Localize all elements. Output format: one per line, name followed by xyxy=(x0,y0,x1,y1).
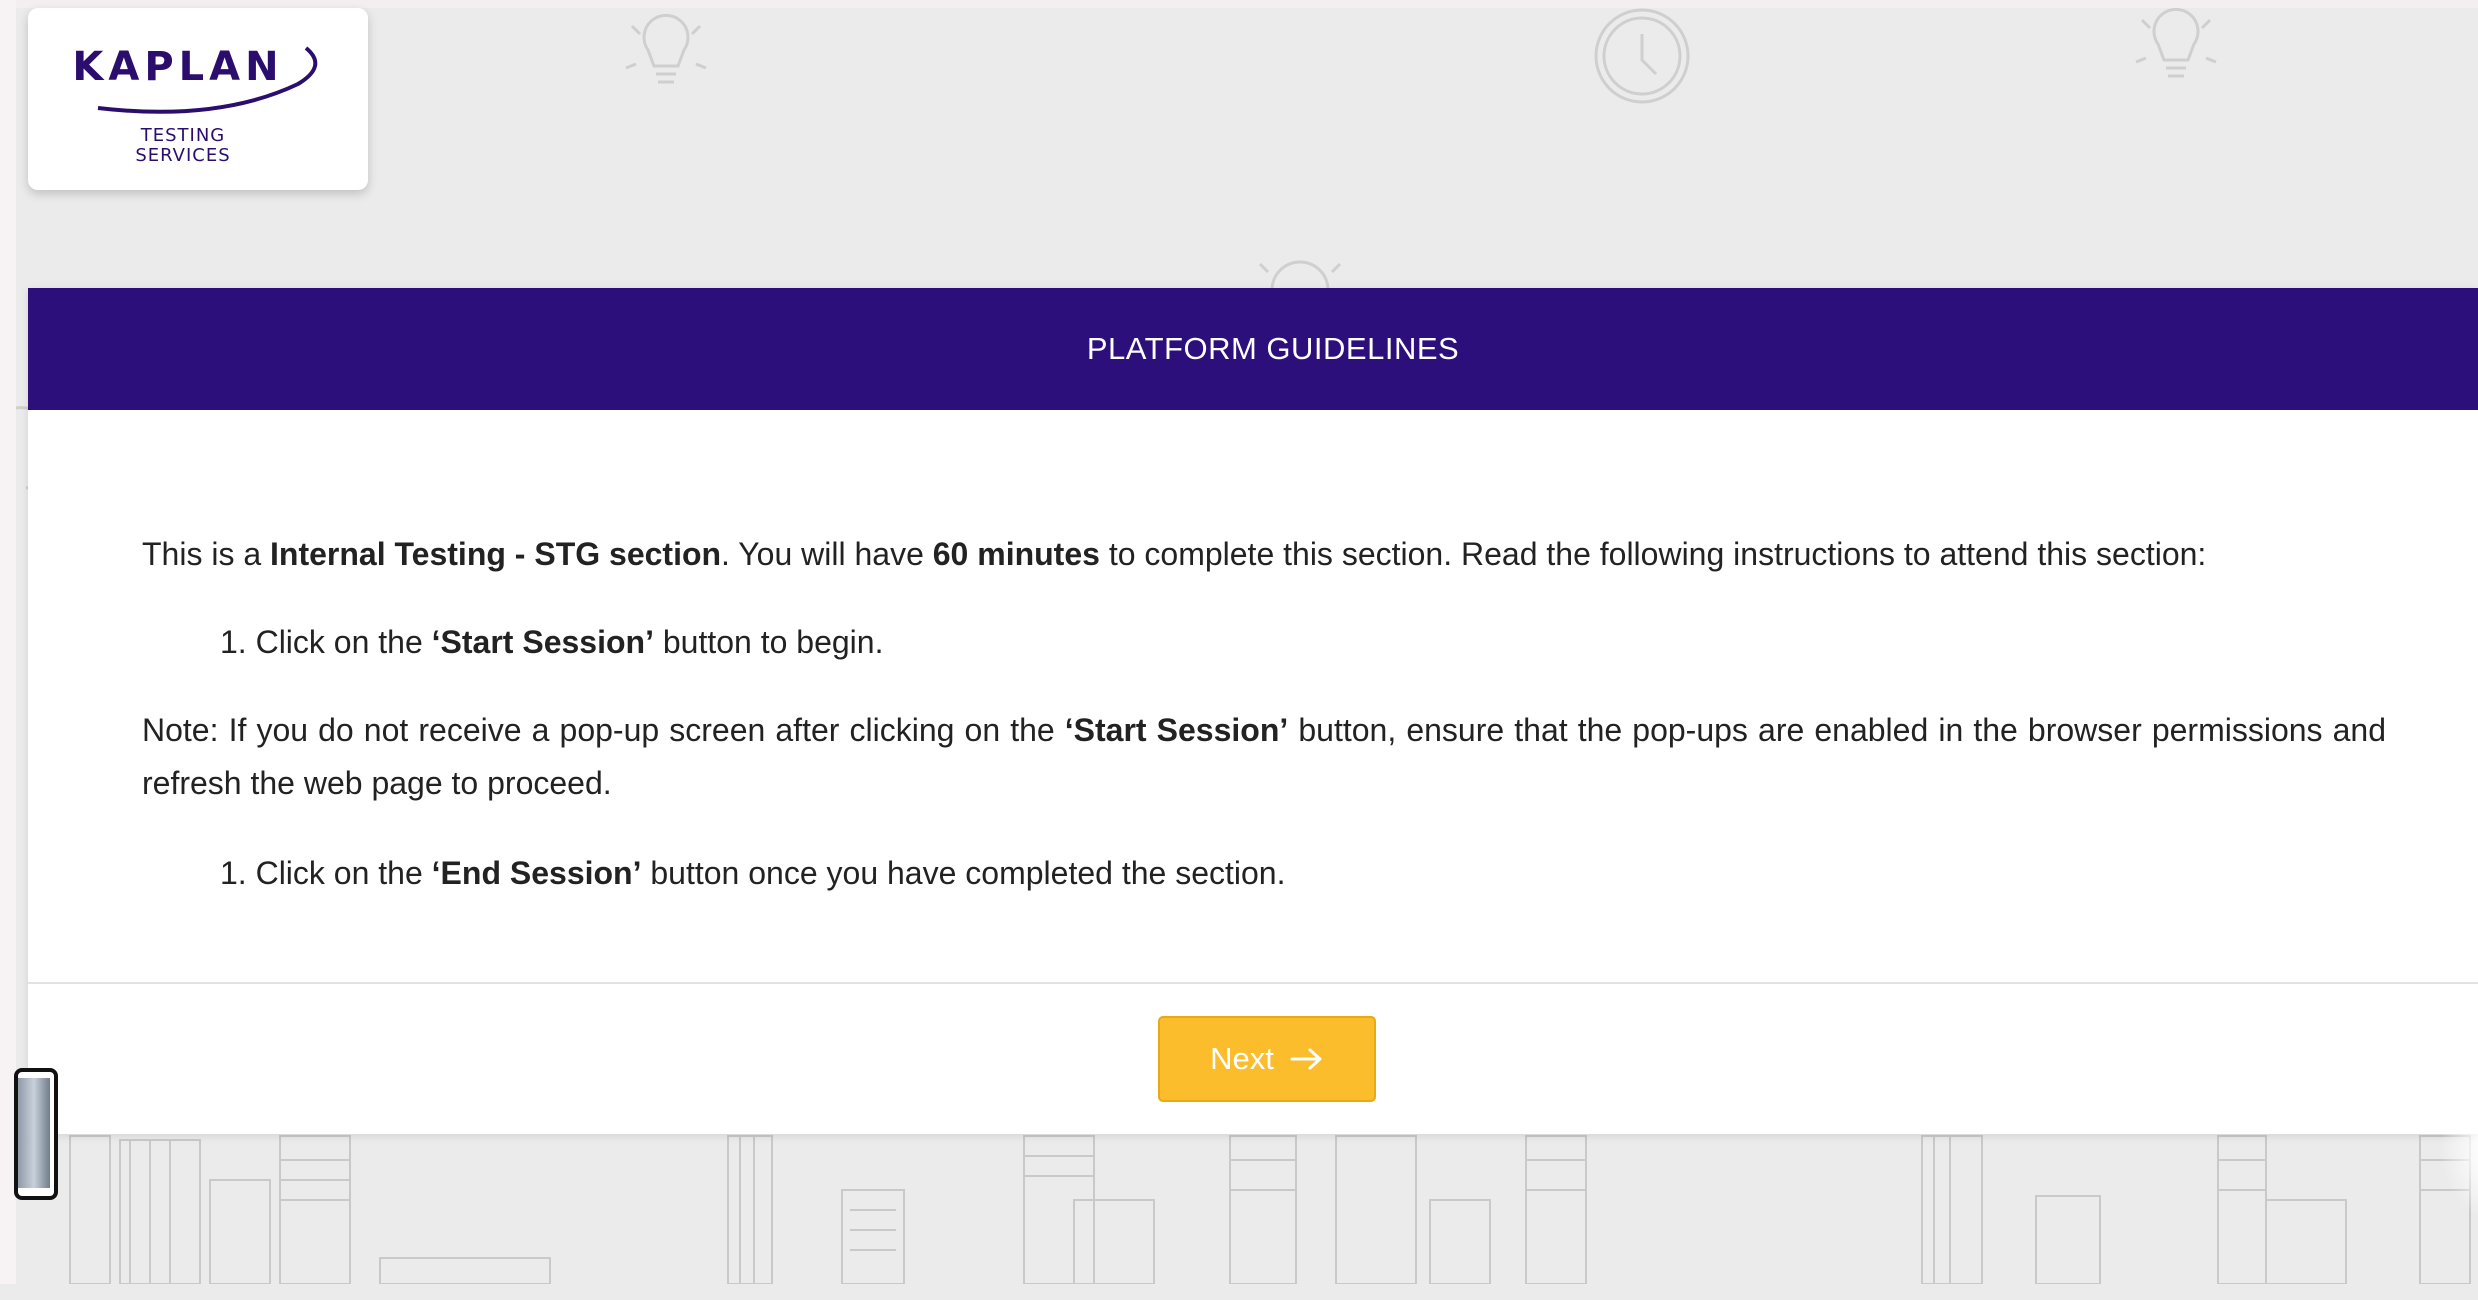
intro-text-2: . You will have xyxy=(721,536,933,572)
list-item: 1. Click on the ‘End Session’ button onc… xyxy=(220,847,1285,900)
step-number: 1. xyxy=(220,855,247,891)
logo-subtitle-line-2: SERVICES xyxy=(135,145,231,166)
duration: 60 minutes xyxy=(932,536,1100,572)
kaplan-logo-card: KAPLAN TESTING SERVICES xyxy=(28,8,368,190)
step-text-post: button once you have completed the secti… xyxy=(641,855,1286,891)
right-edge-glow xyxy=(2420,1000,2478,1300)
intro-paragraph: This is a Internal Testing - STG section… xyxy=(142,528,2442,581)
step-number: 1. xyxy=(220,624,247,660)
panel-header: PLATFORM GUIDELINES xyxy=(28,288,2478,410)
city-skyline xyxy=(69,1135,2471,1284)
step-text-post: button to begin. xyxy=(653,624,884,660)
top-edge-strip xyxy=(16,0,2478,8)
video-preview-thumbnail[interactable] xyxy=(14,1068,58,1200)
next-button[interactable]: Next xyxy=(1158,1016,1376,1102)
logo-swoosh xyxy=(97,46,318,114)
next-button-label: Next xyxy=(1210,1041,1274,1076)
guidelines-panel: PLATFORM GUIDELINES This is a Internal T… xyxy=(28,288,2478,1134)
logo-subtitle: TESTING SERVICES xyxy=(28,126,338,166)
lightbulb-icon xyxy=(625,13,707,84)
note-text-pre: Note: If you do not receive a pop-up scr… xyxy=(142,712,1065,748)
end-session-ref: ‘End Session’ xyxy=(431,855,642,891)
intro-text-1: This is a xyxy=(142,536,271,572)
step-text-pre: Click on the xyxy=(246,624,432,660)
lightbulb-icon xyxy=(1258,260,1342,291)
start-session-ref: ‘Start Session’ xyxy=(1064,712,1289,748)
lightbulb-icon xyxy=(2135,7,2217,78)
intro-text-3: to complete this section. Read the follo… xyxy=(1099,536,2207,572)
panel-title: PLATFORM GUIDELINES xyxy=(1086,331,1460,366)
step-text-pre: Click on the xyxy=(246,855,432,891)
footer-divider xyxy=(28,982,2478,984)
arrow-right-icon xyxy=(1290,1048,1322,1070)
clock-icon xyxy=(1594,8,1690,104)
list-item: 1. Click on the ‘Start Session’ button t… xyxy=(220,616,883,669)
logo-subtitle-line-1: TESTING xyxy=(140,125,226,146)
start-session-ref: ‘Start Session’ xyxy=(431,624,654,660)
video-preview-image xyxy=(18,1078,50,1188)
section-name: Internal Testing - STG section xyxy=(270,536,722,572)
note-paragraph: Note: If you do not receive a pop-up scr… xyxy=(142,704,2386,810)
